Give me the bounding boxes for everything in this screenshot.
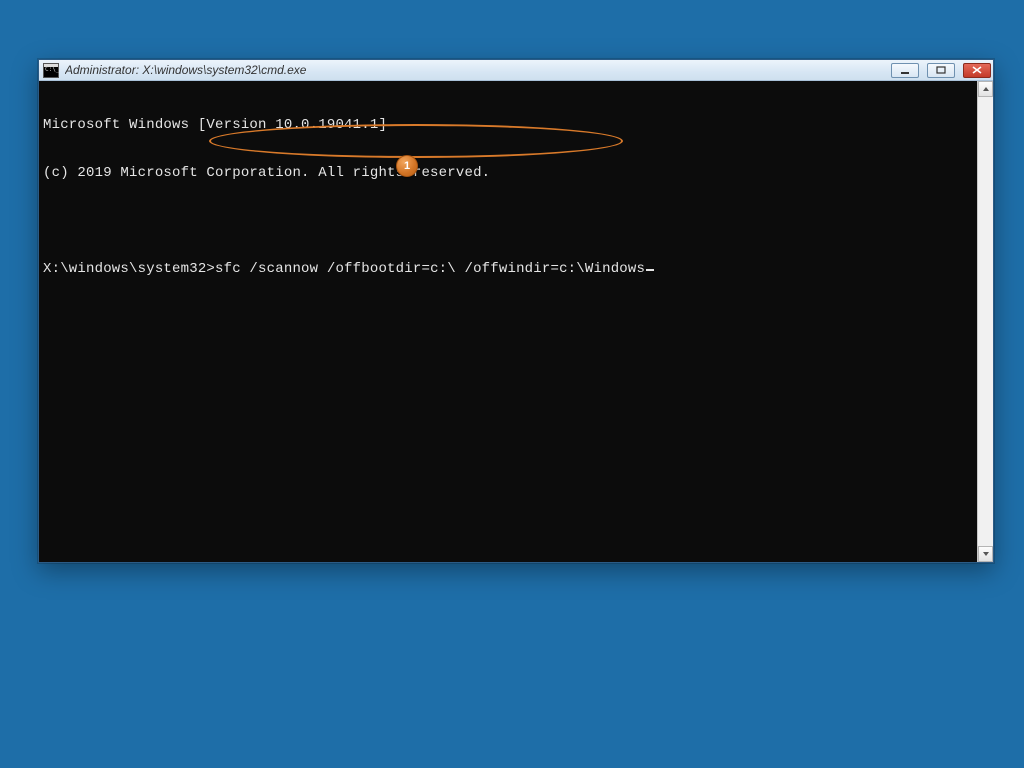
prompt-line: X:\windows\system32>sfc /scannow /offboo… [43,261,977,277]
banner-line: Microsoft Windows [Version 10.0.19041.1] [43,117,977,133]
vertical-scrollbar[interactable] [977,81,993,562]
cmd-app-icon [43,63,59,78]
cmd-window: Administrator: X:\windows\system32\cmd.e… [38,59,994,563]
terminal-client-area[interactable]: Microsoft Windows [Version 10.0.19041.1]… [39,81,993,562]
scroll-down-button[interactable] [978,546,993,562]
scroll-up-button[interactable] [978,81,993,97]
minimize-button[interactable] [891,63,919,78]
window-titlebar[interactable]: Administrator: X:\windows\system32\cmd.e… [39,60,993,81]
terminal-text[interactable]: Microsoft Windows [Version 10.0.19041.1]… [43,85,977,558]
prompt-text: X:\windows\system32> [43,261,215,277]
minimize-icon [900,66,910,74]
desktop-background: Administrator: X:\windows\system32\cmd.e… [0,0,1024,768]
blank-line [43,213,977,229]
chevron-down-icon [982,551,990,557]
banner-line: (c) 2019 Microsoft Corporation. All righ… [43,165,977,181]
command-text: sfc /scannow /offbootdir=c:\ /offwindir=… [215,261,645,277]
text-cursor [646,269,654,271]
close-button[interactable] [963,63,991,78]
scrollbar-track[interactable] [978,97,993,546]
maximize-button[interactable] [927,63,955,78]
close-icon [972,66,982,74]
chevron-up-icon [982,86,990,92]
window-title: Administrator: X:\windows\system32\cmd.e… [65,63,306,77]
maximize-icon [936,66,946,74]
